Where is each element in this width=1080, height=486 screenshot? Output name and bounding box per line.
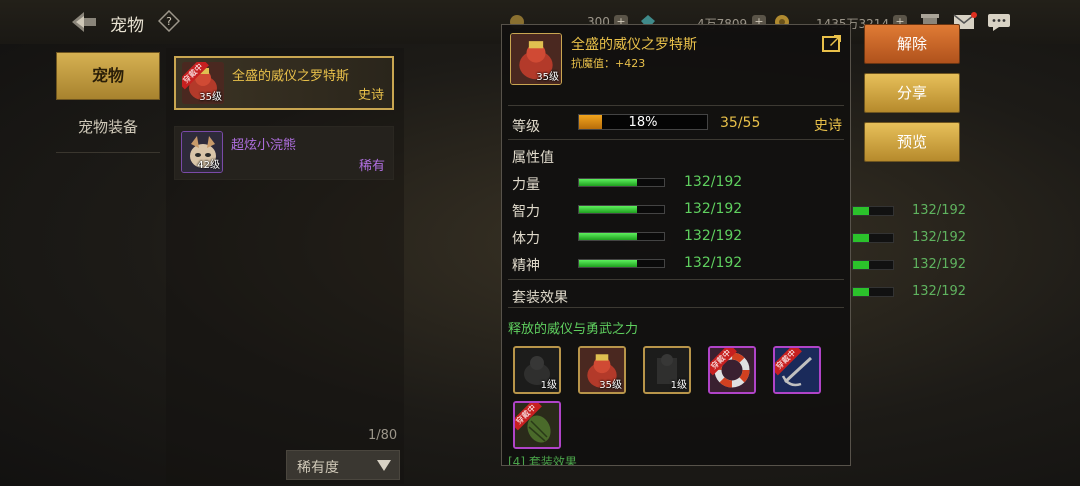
slot-level: 1级 xyxy=(670,380,687,391)
level-percent: 18% xyxy=(628,115,658,130)
pet-rarity: 稀有 xyxy=(358,159,385,174)
pet-list-item[interactable]: 穿戴中 35级 全盛的威仪之罗特斯 史诗 xyxy=(174,56,394,110)
set-slot[interactable]: 1级 xyxy=(643,346,691,394)
set-effect-header: 套装效果 xyxy=(512,290,568,306)
stat-value: 132/192 xyxy=(684,255,743,271)
divider xyxy=(508,279,844,280)
menu-tab-pet-equipment[interactable]: 宠物装备 xyxy=(56,104,160,152)
background-stat-value: 132/192 xyxy=(912,257,967,272)
background-stat-bar xyxy=(852,287,894,297)
level-rarity: 史诗 xyxy=(814,118,842,134)
pet-list-item[interactable]: 42级 超炫小浣熊 稀有 xyxy=(174,126,394,180)
stat-label: 智力 xyxy=(512,204,540,220)
menu-divider xyxy=(56,152,160,153)
stat-bar xyxy=(578,178,665,187)
background-stat-bar xyxy=(852,260,894,270)
popup-sub-stat: 抗魔值：+423 xyxy=(571,57,646,70)
background-stat-value: 132/192 xyxy=(912,230,967,245)
divider xyxy=(508,139,844,140)
stat-label: 力量 xyxy=(512,177,540,193)
back-arrow-icon[interactable] xyxy=(70,10,98,34)
slot-level: 1级 xyxy=(540,380,557,391)
page-count: 1/80 xyxy=(368,428,398,443)
set-slot[interactable]: 穿戴中 xyxy=(708,346,756,394)
set-effect-footer: [4] 套装效果 xyxy=(508,455,577,466)
level-count: 35/55 xyxy=(720,115,761,131)
stat-value: 132/192 xyxy=(684,174,743,190)
set-slot[interactable]: 穿戴中 xyxy=(773,346,821,394)
slot-level: 35级 xyxy=(599,380,622,391)
pet-detail-popup: 35级 全盛的威仪之罗特斯 抗魔值：+423 等级 18% 35/55 史诗 属… xyxy=(501,24,851,466)
remove-button[interactable]: 解除 xyxy=(864,24,960,64)
stat-value: 132/192 xyxy=(684,201,743,217)
share-arrow-icon[interactable] xyxy=(822,34,842,52)
sort-label: 稀有度 xyxy=(297,460,339,476)
sort-dropdown[interactable]: 稀有度 xyxy=(286,450,400,480)
menu-tab-pets[interactable]: 宠物 xyxy=(56,52,160,100)
divider xyxy=(508,307,844,308)
background-stat-bar xyxy=(852,233,894,243)
stat-bar xyxy=(578,259,665,268)
set-slot[interactable]: 1级 xyxy=(513,346,561,394)
stat-bar xyxy=(578,205,665,214)
background-stat-value: 132/192 xyxy=(912,203,967,218)
background-stat-value: 132/192 xyxy=(912,284,967,299)
preview-button[interactable]: 预览 xyxy=(864,122,960,162)
pet-name: 全盛的威仪之罗特斯 xyxy=(232,69,350,84)
stat-bar xyxy=(578,232,665,241)
set-name: 释放的威仪与勇武之力 xyxy=(508,322,639,337)
level-progress-bar: 18% xyxy=(578,114,708,130)
pet-level: 42级 xyxy=(197,160,220,171)
attribute-header: 属性值 xyxy=(512,150,554,166)
divider xyxy=(508,105,844,106)
pet-thumbnail: 42级 xyxy=(181,131,223,173)
stat-value: 132/192 xyxy=(684,228,743,244)
share-button[interactable]: 分享 xyxy=(864,73,960,113)
level-label: 等级 xyxy=(512,119,540,135)
chat-icon[interactable] xyxy=(987,12,1011,32)
svg-text:?: ? xyxy=(166,15,172,28)
page-title: 宠物 xyxy=(110,16,144,36)
help-icon[interactable]: ? xyxy=(158,10,180,32)
stat-label: 精神 xyxy=(512,258,540,274)
set-slot[interactable]: 穿戴中 xyxy=(513,401,561,449)
set-slot[interactable]: 35级 xyxy=(578,346,626,394)
pet-thumbnail: 穿戴中 35级 xyxy=(182,62,224,104)
popup-pet-level: 35级 xyxy=(536,72,559,83)
stat-fill xyxy=(579,206,638,213)
popup-pet-thumbnail: 35级 xyxy=(510,33,562,85)
dropdown-arrow-icon xyxy=(377,460,391,471)
stat-label: 体力 xyxy=(512,231,540,247)
pet-name: 超炫小浣熊 xyxy=(231,138,297,153)
stat-fill xyxy=(579,179,638,186)
pet-list-panel xyxy=(166,48,404,484)
pet-rarity: 史诗 xyxy=(357,88,384,103)
pet-level: 35级 xyxy=(199,92,222,103)
background-stat-bar xyxy=(852,206,894,216)
stat-fill xyxy=(579,233,638,240)
stat-fill xyxy=(579,260,638,267)
popup-pet-name: 全盛的威仪之罗特斯 xyxy=(571,37,697,53)
